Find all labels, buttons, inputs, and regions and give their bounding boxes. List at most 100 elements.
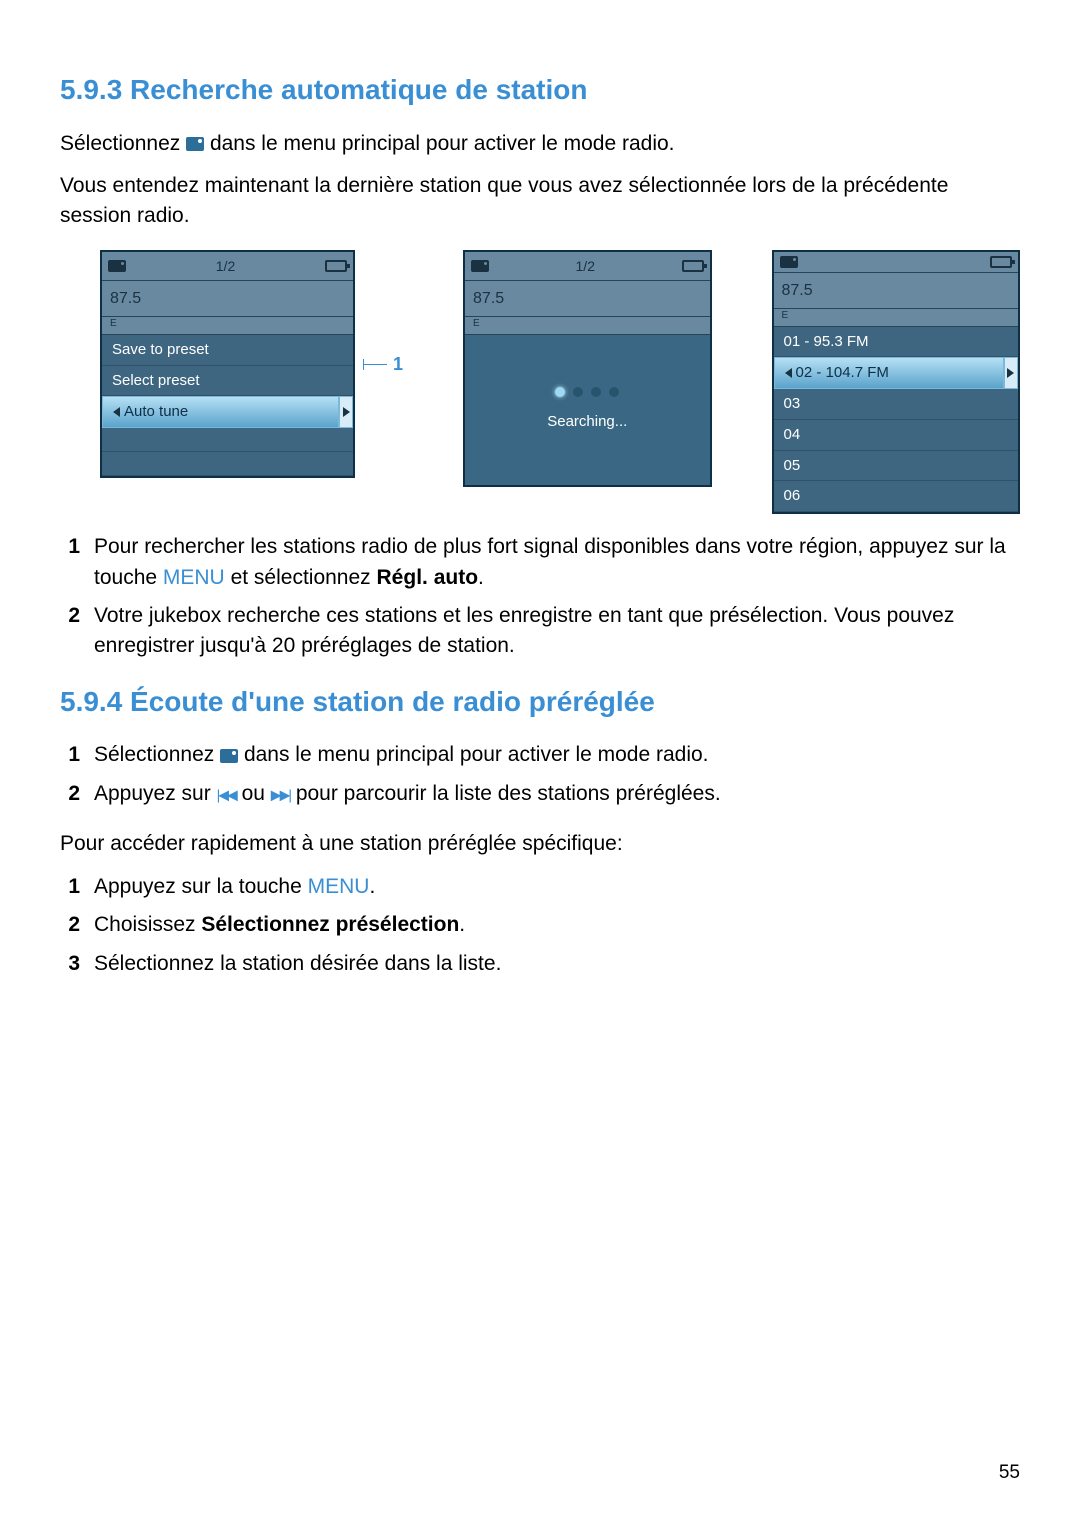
chevron-right-icon bbox=[1007, 368, 1014, 378]
frequency-display: 87.5 bbox=[102, 281, 353, 317]
bold-text: Sélectionnez présélection bbox=[201, 913, 459, 936]
step-2: 2 Votre jukebox recherche ces stations e… bbox=[60, 601, 1020, 662]
text: dans le menu principal pour activer le m… bbox=[244, 743, 709, 766]
menu-item-save-preset[interactable]: Save to preset bbox=[102, 335, 353, 366]
step-number: 2 bbox=[60, 601, 80, 662]
dot-icon bbox=[609, 387, 619, 397]
next-track-icon: ▶▶| bbox=[271, 786, 290, 802]
step-number: 2 bbox=[60, 779, 80, 809]
step-text: Appuyez sur |◀◀ ou ▶▶| pour parcourir la… bbox=[94, 779, 721, 809]
searching-label: Searching... bbox=[547, 411, 627, 433]
radio-icon bbox=[108, 260, 126, 272]
status-bar: 1/2 bbox=[102, 252, 353, 281]
callout-number: 1 bbox=[393, 351, 403, 377]
preset-item-3[interactable]: 03 bbox=[774, 389, 1018, 420]
text: Sélectionnez bbox=[60, 132, 186, 155]
progress-dots bbox=[555, 387, 619, 397]
frequency-display: 87.5 bbox=[774, 273, 1018, 309]
preset-item-4[interactable]: 04 bbox=[774, 420, 1018, 451]
menu-body: Save to preset Select preset Auto tune bbox=[102, 335, 353, 476]
menu-item-select-preset[interactable]: Select preset bbox=[102, 366, 353, 397]
radio-icon bbox=[220, 749, 238, 763]
step-text: Sélectionnez dans le menu principal pour… bbox=[94, 740, 709, 770]
frequency-display: 87.5 bbox=[465, 281, 709, 317]
step-1: 1 Appuyez sur la touche MENU. bbox=[60, 872, 1020, 902]
text: Choisissez bbox=[94, 913, 201, 936]
text: pour parcourir la liste des stations pré… bbox=[296, 782, 721, 805]
status-bar: 1/2 bbox=[465, 252, 709, 281]
battery-icon bbox=[325, 260, 347, 272]
chevron-left-icon bbox=[785, 368, 792, 378]
text: Appuyez sur bbox=[94, 782, 217, 805]
menu-item-auto-tune[interactable]: Auto tune bbox=[102, 396, 339, 428]
screenshots-row: 1/2 87.5 E Save to preset Select preset … bbox=[100, 250, 1020, 514]
step-number: 1 bbox=[60, 740, 80, 770]
preset-item-2-row: 02 - 104.7 FM bbox=[774, 357, 1018, 389]
side-arrow[interactable] bbox=[339, 396, 353, 428]
step-text: Votre jukebox recherche ces stations et … bbox=[94, 601, 1020, 662]
device-screen-1: 1/2 87.5 E Save to preset Select preset … bbox=[100, 250, 355, 478]
status-left bbox=[780, 256, 798, 268]
text: . bbox=[369, 875, 375, 898]
steps-594a: 1 Sélectionnez dans le menu principal po… bbox=[60, 740, 1020, 809]
step-2: 2 Appuyez sur |◀◀ ou ▶▶| pour parcourir … bbox=[60, 779, 1020, 809]
text: ou bbox=[242, 782, 271, 805]
menu-item-empty bbox=[102, 428, 353, 452]
device-screen-3: 87.5 E 01 - 95.3 FM 02 - 104.7 FM 03 04 … bbox=[772, 250, 1020, 514]
bold-text: Régl. auto bbox=[377, 566, 479, 589]
step-text: Sélectionnez la station désirée dans la … bbox=[94, 949, 501, 979]
preset-item-6[interactable]: 06 bbox=[774, 481, 1018, 512]
text: Sélectionnez bbox=[94, 743, 220, 766]
text: et sélectionnez bbox=[231, 566, 377, 589]
steps-594b: 1 Appuyez sur la touche MENU. 2 Choisiss… bbox=[60, 872, 1020, 979]
text: Appuyez sur la touche bbox=[94, 875, 308, 898]
heading-593: 5.9.3 Recherche automatique de station bbox=[60, 70, 1020, 111]
text: dans le menu principal pour activer le m… bbox=[210, 132, 675, 155]
step-number: 1 bbox=[60, 532, 80, 593]
page-number: 55 bbox=[999, 1459, 1020, 1487]
device-screen-2: 1/2 87.5 E Searching... bbox=[463, 250, 711, 487]
step-1: 1 Sélectionnez dans le menu principal po… bbox=[60, 740, 1020, 770]
menu-item-empty bbox=[102, 452, 353, 476]
preset-item-1[interactable]: 01 - 95.3 FM bbox=[774, 327, 1018, 358]
steps-593: 1 Pour rechercher les stations radio de … bbox=[60, 532, 1020, 662]
para-last-station: Vous entendez maintenant la dernière sta… bbox=[60, 171, 1020, 232]
side-arrow[interactable] bbox=[1004, 357, 1018, 389]
searching-body: Searching... bbox=[465, 335, 709, 485]
chevron-left-icon bbox=[113, 407, 120, 417]
status-bar bbox=[774, 252, 1018, 273]
preset-list: 01 - 95.3 FM 02 - 104.7 FM 03 04 05 06 bbox=[774, 327, 1018, 513]
page-indicator: 1/2 bbox=[126, 256, 325, 276]
menu-keyword: MENU bbox=[163, 566, 225, 589]
step-3: 3 Sélectionnez la station désirée dans l… bbox=[60, 949, 1020, 979]
preset-2-label: 02 - 104.7 FM bbox=[796, 362, 889, 384]
text: . bbox=[459, 913, 465, 936]
battery-icon bbox=[682, 260, 704, 272]
step-number: 1 bbox=[60, 872, 80, 902]
para-quick-access: Pour accéder rapidement à une station pr… bbox=[60, 829, 1020, 859]
battery-icon bbox=[990, 256, 1012, 268]
preset-item-2[interactable]: 02 - 104.7 FM bbox=[774, 357, 1004, 389]
callout-1: 1 bbox=[363, 351, 403, 377]
dot-icon bbox=[555, 387, 565, 397]
menu-item-auto-tune-row: Auto tune bbox=[102, 396, 353, 428]
step-number: 3 bbox=[60, 949, 80, 979]
heading-594: 5.9.4 Écoute d'une station de radio prér… bbox=[60, 682, 1020, 723]
band-indicator: E bbox=[102, 317, 353, 335]
status-left bbox=[471, 260, 489, 272]
band-indicator: E bbox=[774, 309, 1018, 327]
radio-icon bbox=[780, 256, 798, 268]
radio-icon bbox=[186, 137, 204, 151]
step-text: Pour rechercher les stations radio de pl… bbox=[94, 532, 1020, 593]
page-indicator: 1/2 bbox=[489, 256, 681, 276]
preset-item-5[interactable]: 05 bbox=[774, 451, 1018, 482]
menu-keyword: MENU bbox=[308, 875, 370, 898]
callout-tick bbox=[363, 364, 387, 365]
dot-icon bbox=[591, 387, 601, 397]
text: . bbox=[478, 566, 484, 589]
step-number: 2 bbox=[60, 910, 80, 940]
chevron-right-icon bbox=[343, 407, 350, 417]
step-1: 1 Pour rechercher les stations radio de … bbox=[60, 532, 1020, 593]
para-select-radio: Sélectionnez dans le menu principal pour… bbox=[60, 129, 1020, 159]
radio-icon bbox=[471, 260, 489, 272]
